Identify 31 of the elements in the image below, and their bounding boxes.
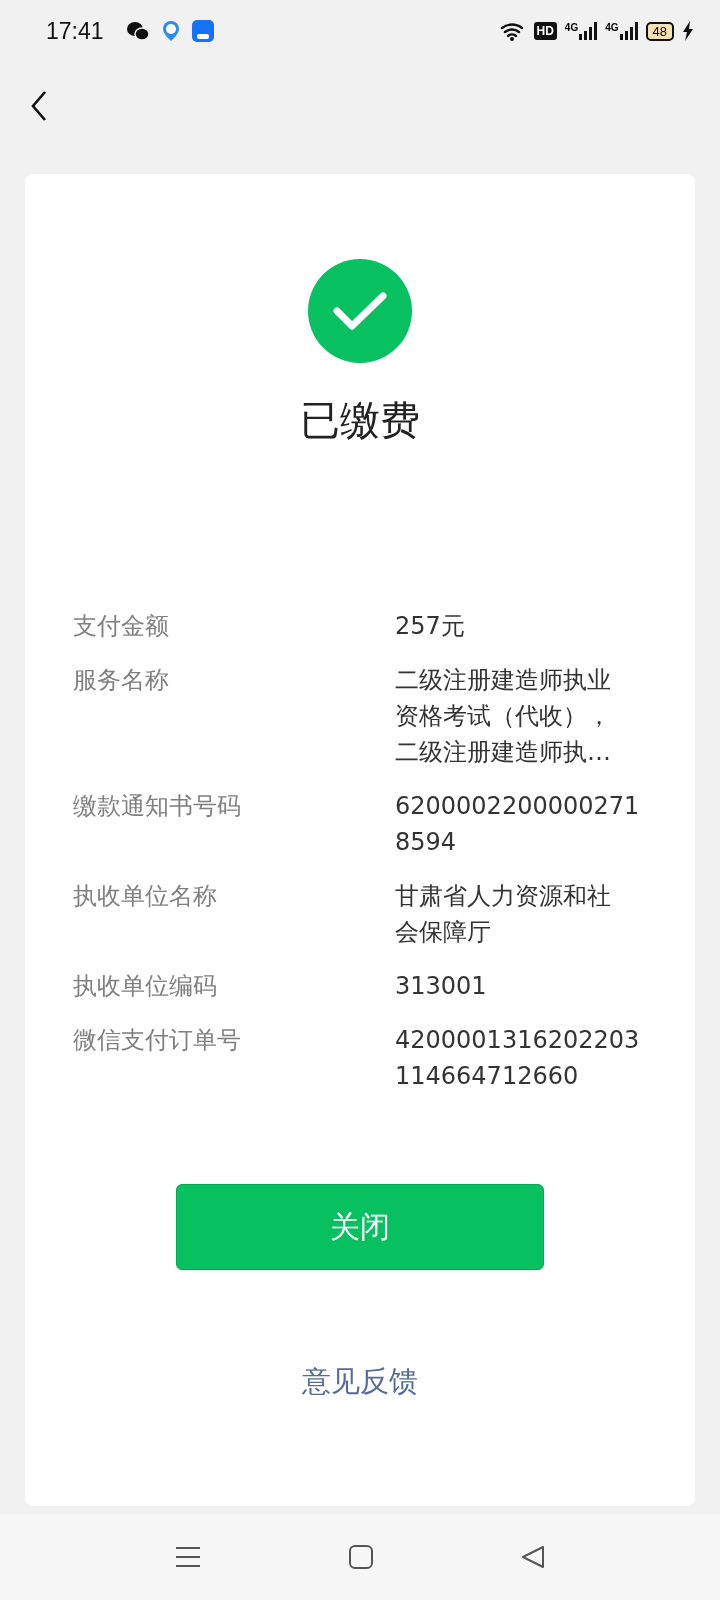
app-icon	[191, 20, 214, 42]
detail-label: 执收单位编码	[73, 971, 218, 1002]
detail-label: 执收单位名称	[73, 881, 218, 912]
map-pin-icon	[161, 20, 180, 42]
feedback-link[interactable]: 意见反馈	[302, 1362, 418, 1402]
detail-label: 微信支付订单号	[73, 1025, 242, 1056]
detail-value: 6200002200000271 8594	[395, 791, 640, 858]
menu-icon	[175, 1546, 201, 1568]
detail-value: 257元	[395, 611, 465, 642]
wifi-icon	[499, 21, 526, 41]
status-time: 17:41	[46, 17, 104, 45]
checkmark-circle-icon	[308, 259, 412, 363]
detail-value: 4200001316202203 114664712660	[395, 1025, 640, 1092]
home-icon	[349, 1545, 373, 1569]
detail-value: 二级注册建造师执业 资格考试（代收）， 二级注册建造师执…	[395, 665, 611, 768]
network-label: 4G	[564, 22, 579, 33]
detail-value: 甘肃省人力资源和社 会保障厅	[395, 881, 611, 948]
network-label: 4G	[605, 22, 619, 33]
detail-label: 缴款通知书号码	[73, 791, 242, 822]
chat-bubbles-icon	[125, 21, 150, 41]
hd-badge: HD	[533, 22, 557, 40]
signal-icon	[579, 22, 598, 40]
signal-icon	[619, 22, 638, 40]
back-icon	[30, 90, 48, 122]
back-triangle-icon	[521, 1545, 545, 1569]
result-title: 已缴费	[300, 396, 420, 445]
charging-icon	[682, 21, 694, 41]
battery-level: 48	[645, 21, 674, 41]
detail-value: 313001	[395, 971, 487, 1002]
detail-label: 支付金额	[73, 611, 170, 642]
detail-label: 服务名称	[73, 665, 170, 696]
